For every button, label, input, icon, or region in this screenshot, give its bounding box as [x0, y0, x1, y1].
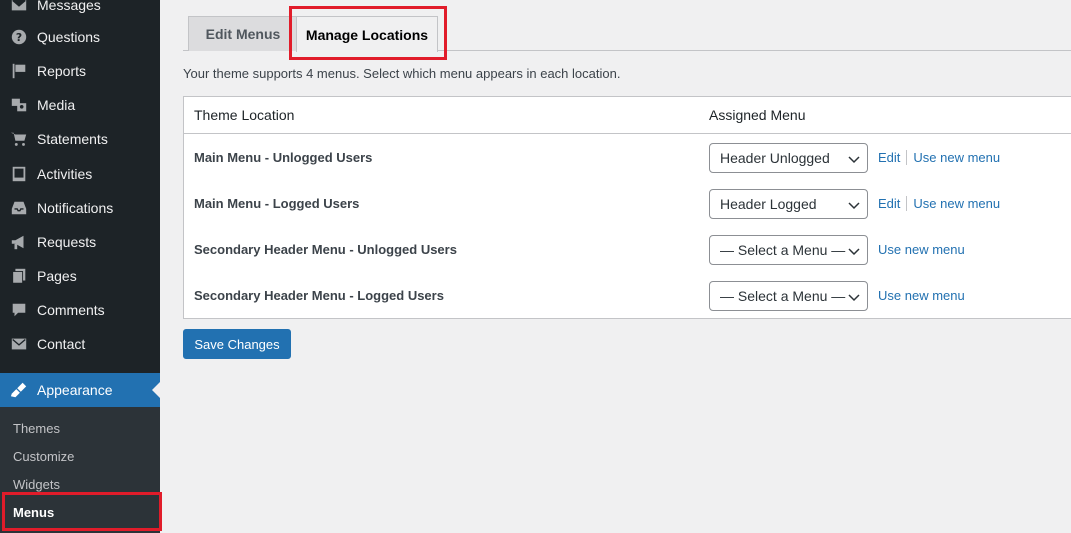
svg-text:?: ? [16, 31, 22, 44]
envelope-icon [10, 335, 28, 353]
edit-link[interactable]: Edit [878, 196, 900, 211]
submenu-item-customize[interactable]: Customize [13, 449, 74, 464]
inbox-icon [10, 199, 28, 217]
link-divider [906, 150, 908, 165]
cart-icon [10, 130, 28, 148]
chevron-down-icon [848, 152, 860, 164]
sidebar-item-reports[interactable]: Reports [0, 54, 160, 88]
active-indicator [152, 382, 160, 398]
sidebar-item-label: Messages [37, 0, 101, 13]
sidebar-item-contact[interactable]: Contact [0, 327, 160, 361]
question-icon: ? [10, 28, 28, 46]
table-row: Secondary Header Menu - Unlogged Users —… [184, 227, 1071, 273]
envelope-icon [10, 0, 28, 14]
select-value: — Select a Menu — [720, 242, 846, 258]
sidebar-item-label: Comments [37, 302, 105, 318]
sidebar-item-comments[interactable]: Comments [0, 293, 160, 327]
header-theme-location: Theme Location [194, 107, 295, 123]
table-row: Main Menu - Unlogged Users Header Unlogg… [184, 135, 1071, 181]
comment-icon [10, 301, 28, 319]
locations-table: Theme Location Assigned Menu Main Menu -… [183, 96, 1071, 319]
location-name: Main Menu - Unlogged Users [194, 150, 373, 165]
menu-select[interactable]: — Select a Menu — [709, 281, 868, 311]
header-assigned-menu: Assigned Menu [709, 107, 806, 123]
sidebar-item-questions[interactable]: ? Questions [0, 20, 160, 54]
brush-icon [10, 381, 28, 399]
intro-text: Your theme supports 4 menus. Select whic… [183, 66, 621, 81]
pages-icon [10, 267, 28, 285]
chevron-down-icon [848, 198, 860, 210]
link-divider [906, 196, 908, 211]
menu-select[interactable]: — Select a Menu — [709, 235, 868, 265]
sidebar-item-label: Media [37, 97, 76, 113]
tab-edit-menus[interactable]: Edit Menus [188, 16, 298, 51]
sidebar-item-label: Questions [37, 29, 101, 45]
table-header: Theme Location Assigned Menu [184, 97, 1071, 134]
sidebar-item-statements[interactable]: Statements [0, 122, 160, 156]
location-name: Secondary Header Menu - Logged Users [194, 288, 444, 303]
sidebar-item-label: Appearance [37, 382, 113, 398]
sidebar-item-label: Pages [37, 268, 77, 284]
location-name: Secondary Header Menu - Unlogged Users [194, 242, 457, 257]
select-value: Header Logged [720, 196, 817, 212]
save-changes-button[interactable]: Save Changes [183, 329, 291, 359]
use-new-menu-link[interactable]: Use new menu [913, 196, 1000, 211]
menu-select[interactable]: Header Logged [709, 189, 868, 219]
sidebar-item-label: Reports [37, 63, 87, 79]
flag-icon [10, 62, 28, 80]
use-new-menu-link[interactable]: Use new menu [913, 150, 1000, 165]
highlight-box-menus [2, 492, 162, 531]
sidebar-item-activities[interactable]: Activities [0, 157, 160, 191]
menu-select[interactable]: Header Unlogged [709, 143, 868, 173]
chevron-down-icon [848, 290, 860, 302]
sidebar-item-label: Contact [37, 336, 86, 352]
submenu-item-themes[interactable]: Themes [13, 421, 60, 436]
edit-link[interactable]: Edit [878, 150, 900, 165]
sidebar-item-pages[interactable]: Pages [0, 259, 160, 293]
use-new-menu-link[interactable]: Use new menu [878, 242, 965, 257]
chevron-down-icon [848, 244, 860, 256]
submenu-item-widgets[interactable]: Widgets [13, 477, 60, 492]
sidebar-item-label: Requests [37, 234, 97, 250]
media-icon [10, 96, 28, 114]
use-new-menu-link[interactable]: Use new menu [878, 288, 965, 303]
admin-sidebar: Messages ? Questions Reports Media State… [0, 0, 160, 533]
table-row: Main Menu - Logged Users Header Logged E… [184, 181, 1071, 227]
sidebar-item-notifications[interactable]: Notifications [0, 191, 160, 225]
sidebar-item-label: Activities [37, 166, 93, 182]
sidebar-item-label: Statements [37, 131, 108, 147]
sidebar-item-label: Notifications [37, 200, 114, 216]
sidebar-item-messages[interactable]: Messages [0, 0, 160, 22]
highlight-box-manage-locations [289, 6, 447, 60]
select-value: Header Unlogged [720, 150, 830, 166]
megaphone-icon [10, 233, 28, 251]
sidebar-item-media[interactable]: Media [0, 88, 160, 122]
book-icon [10, 165, 28, 183]
sidebar-item-appearance[interactable]: Appearance [0, 373, 160, 407]
select-value: — Select a Menu — [720, 288, 846, 304]
sidebar-item-requests[interactable]: Requests [0, 225, 160, 259]
table-row: Secondary Header Menu - Logged Users — S… [184, 273, 1071, 319]
location-name: Main Menu - Logged Users [194, 196, 360, 211]
